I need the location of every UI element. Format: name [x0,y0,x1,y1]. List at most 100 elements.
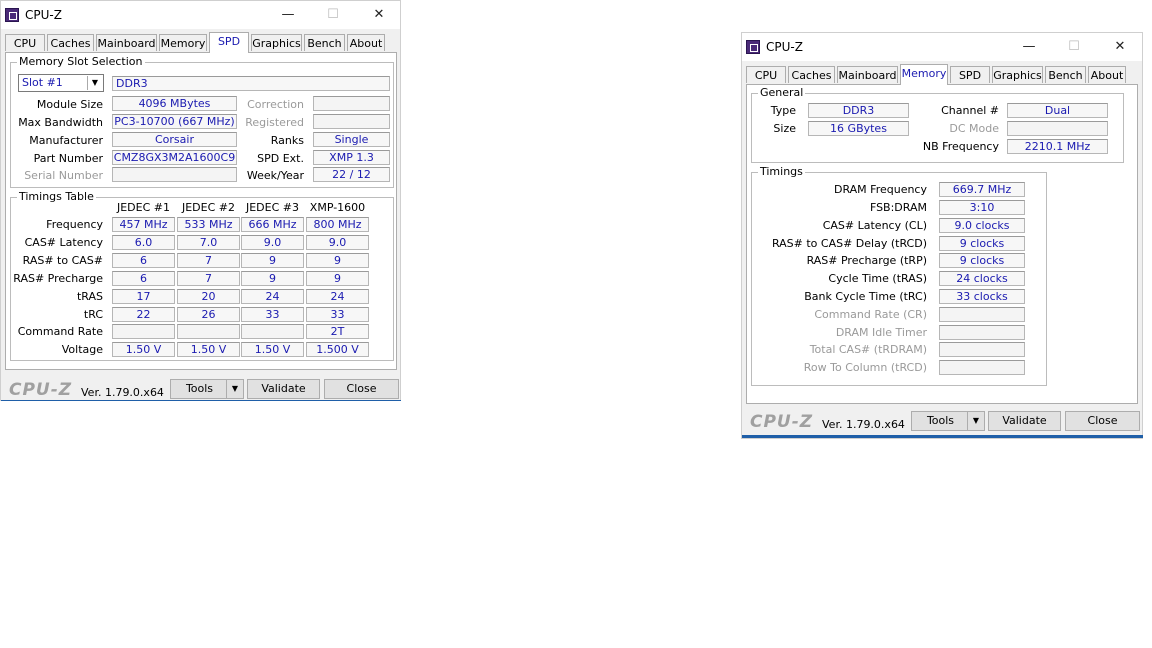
cas-latency-value: 9.0 clocks [939,218,1025,233]
timing-cell: 17 [112,289,175,304]
dram-idle-timer-label: DRAM Idle Timer [835,326,927,339]
dram-frequency-value: 669.7 MHz [939,182,1025,197]
timing-cell: 1.500 V [306,342,369,357]
column-header: JEDEC #2 [181,201,235,214]
group-title: Memory Slot Selection [17,55,145,68]
tab-caches[interactable]: Caches [788,66,835,83]
chevron-down-icon[interactable]: ▼ [87,76,102,90]
row-label-cas-latency: CAS# Latency [24,236,103,249]
tras-label: Cycle Time (tRAS) [828,272,927,285]
row-to-column-value [939,360,1025,375]
tab-mainboard[interactable]: Mainboard [837,66,898,83]
timing-cell: 6 [112,253,175,268]
memory-panel: General Type DDR3 Size 16 GBytes Channel… [746,84,1138,404]
tab-bench[interactable]: Bench [304,34,345,51]
type-label: Type [770,104,796,117]
title-bar[interactable]: CPU-Z — ☐ ✕ [742,33,1142,61]
cpuz-logo: CPU-Z [9,380,73,400]
max-bandwidth-label: Max Bandwidth [18,116,103,129]
general-group: General Type DDR3 Size 16 GBytes Channel… [751,86,1124,163]
memory-slot-group: Memory Slot Selection Slot #1 ▼ DDR3 Mod… [10,55,394,188]
spd-panel: Memory Slot Selection Slot #1 ▼ DDR3 Mod… [5,52,397,370]
cpuz-app-icon [746,40,760,54]
tab-memory[interactable]: Memory [900,64,948,85]
timing-cell [241,324,304,339]
part-number-value: CMZ8GX3M2A1600C9 [112,150,237,165]
tab-memory[interactable]: Memory [159,34,207,51]
tras-value: 24 clocks [939,271,1025,286]
slot-select-value: Slot #1 [22,76,63,89]
tab-bench[interactable]: Bench [1045,66,1086,83]
correction-label: Correction [247,98,304,111]
tab-spd[interactable]: SPD [209,32,249,53]
registered-label: Registered [245,116,304,129]
close-button[interactable]: Close [324,379,399,399]
max-bandwidth-value: PC3-10700 (667 MHz) [112,114,237,129]
minimize-button[interactable]: — [274,5,302,25]
timing-cell: 9 [241,253,304,268]
timing-cell: 2T [306,324,369,339]
group-title: Timings [758,165,805,178]
serial-number-label: Serial Number [24,169,103,182]
tab-mainboard[interactable]: Mainboard [96,34,157,51]
timing-cell: 533 MHz [177,217,240,232]
chevron-down-icon[interactable]: ▼ [226,380,243,398]
cpuz-logo: CPU-Z [750,412,814,432]
close-window-button[interactable]: ✕ [365,5,393,25]
tab-cpu[interactable]: CPU [5,34,45,51]
minimize-button[interactable]: — [1015,37,1043,57]
dc-mode-label: DC Mode [949,122,999,135]
slot-select[interactable]: Slot #1 ▼ [18,74,104,92]
spd-ext-label: SPD Ext. [257,152,304,165]
maximize-button[interactable]: ☐ [319,5,347,25]
timing-cell: 666 MHz [241,217,304,232]
close-button[interactable]: Close [1065,411,1140,431]
tab-about[interactable]: About [347,34,385,51]
row-label-ras-to-cas: RAS# to CAS# [22,254,103,267]
row-label-voltage: Voltage [61,343,103,356]
version-label: Ver. 1.79.0.x64 [81,386,164,399]
manufacturer-label: Manufacturer [29,134,103,147]
timings-table-group: Timings Table JEDEC #1 JEDEC #2 JEDEC #3… [10,190,394,361]
timing-cell: 7 [177,253,240,268]
timing-cell: 24 [306,289,369,304]
row-label-trc: tRC [83,308,103,321]
tools-button[interactable]: Tools ▼ [911,411,985,431]
timing-cell: 9 [241,271,304,286]
timing-cell: 9 [306,253,369,268]
tab-cpu[interactable]: CPU [746,66,786,83]
timing-cell: 9.0 [241,235,304,250]
validate-button[interactable]: Validate [247,379,320,399]
registered-value [313,114,390,129]
timing-cell: 24 [241,289,304,304]
window-border [742,435,1143,438]
title-bar[interactable]: CPU-Z — ☐ ✕ [1,1,400,29]
week-year-label: Week/Year [246,169,304,182]
row-label-tras: tRAS [76,290,103,303]
cas-latency-label: CAS# Latency (CL) [822,219,927,232]
tools-button[interactable]: Tools ▼ [170,379,244,399]
group-title: Timings Table [17,190,96,203]
chevron-down-icon[interactable]: ▼ [967,412,984,430]
tab-spd[interactable]: SPD [950,66,990,83]
validate-button[interactable]: Validate [988,411,1061,431]
dram-frequency-label: DRAM Frequency [833,183,927,196]
tab-about[interactable]: About [1088,66,1126,83]
maximize-button[interactable]: ☐ [1060,37,1088,57]
row-label-command-rate: Command Rate [17,325,103,338]
week-year-value: 22 / 12 [313,167,390,182]
timing-cell: 22 [112,307,175,322]
trp-value: 9 clocks [939,253,1025,268]
command-rate-label: Command Rate (CR) [814,308,927,321]
tab-graphics[interactable]: Graphics [251,34,302,51]
manufacturer-value: Corsair [112,132,237,147]
close-window-button[interactable]: ✕ [1106,37,1134,57]
trp-label: RAS# Precharge (tRP) [806,254,927,267]
timing-cell: 20 [177,289,240,304]
ranks-value: Single [313,132,390,147]
fsb-dram-label: FSB:DRAM [869,201,927,214]
tab-caches[interactable]: Caches [47,34,94,51]
row-label-frequency: Frequency [46,218,103,231]
trcd-label: RAS# to CAS# Delay (tRCD) [771,237,927,250]
tab-graphics[interactable]: Graphics [992,66,1043,83]
